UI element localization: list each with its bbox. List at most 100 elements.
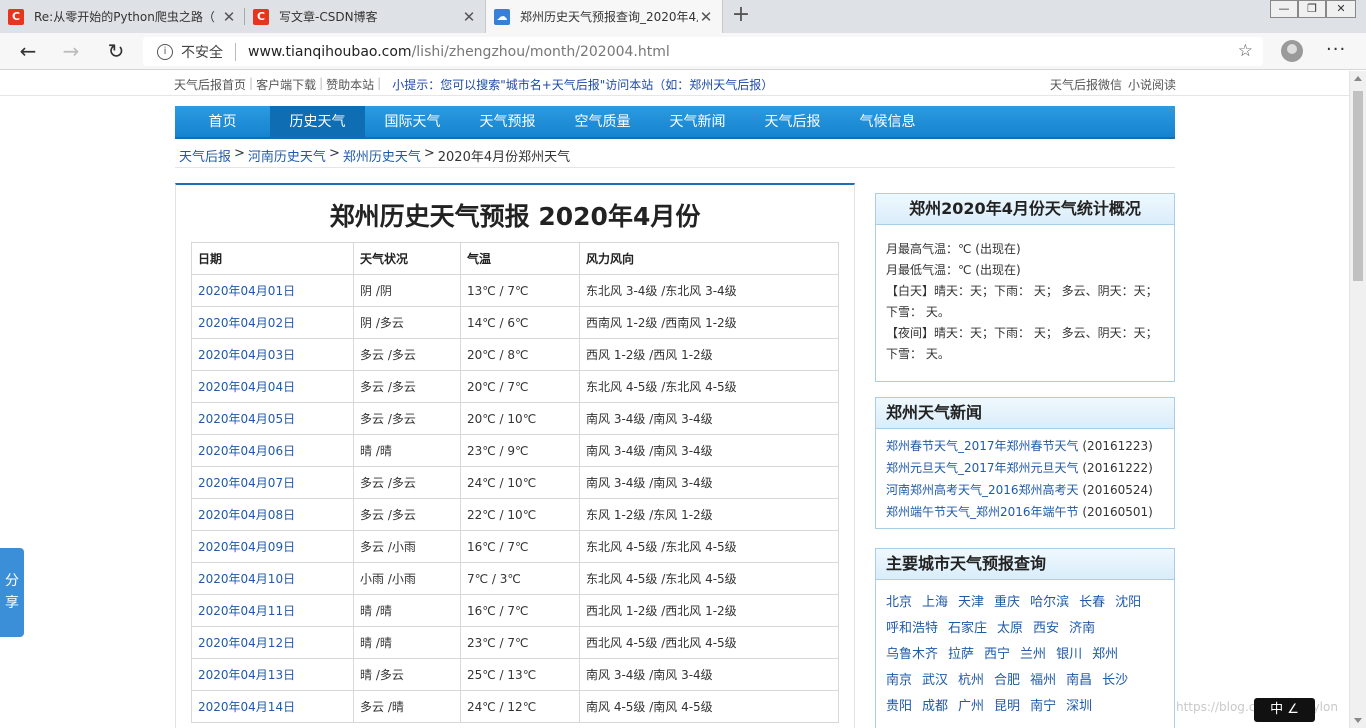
cell-date[interactable]: 2020年04月02日 xyxy=(191,306,354,339)
top-link-download[interactable]: 客户端下载 xyxy=(256,76,316,93)
date-link[interactable]: 2020年04月10日 xyxy=(198,572,295,586)
profile-avatar-icon[interactable] xyxy=(1281,40,1303,62)
city-link[interactable]: 济南 xyxy=(1069,616,1095,642)
news-link[interactable]: 郑州端午节天气_郑州2016年端午节 xyxy=(886,505,1079,519)
date-link[interactable]: 2020年04月02日 xyxy=(198,316,295,330)
date-link[interactable]: 2020年04月13日 xyxy=(198,668,295,682)
city-link[interactable]: 成都 xyxy=(922,694,948,720)
city-link[interactable]: 拉萨 xyxy=(948,642,974,668)
date-link[interactable]: 2020年04月08日 xyxy=(198,508,295,522)
city-link[interactable]: 西宁 xyxy=(984,642,1010,668)
new-tab-icon[interactable]: + xyxy=(728,4,754,28)
cell-date[interactable]: 2020年04月12日 xyxy=(191,626,354,659)
city-link[interactable]: 长春 xyxy=(1079,590,1105,616)
date-link[interactable]: 2020年04月12日 xyxy=(198,636,295,650)
city-link[interactable]: 上海 xyxy=(922,590,948,616)
share-button[interactable]: 分享 xyxy=(0,548,24,637)
city-link[interactable]: 杭州 xyxy=(958,668,984,694)
city-link[interactable]: 太原 xyxy=(997,616,1023,642)
cell-date[interactable]: 2020年04月13日 xyxy=(191,658,354,691)
more-menu-icon[interactable]: ··· xyxy=(1326,39,1346,60)
date-link[interactable]: 2020年04月07日 xyxy=(198,476,295,490)
date-link[interactable]: 2020年04月04日 xyxy=(198,380,295,394)
date-link[interactable]: 2020年04月05日 xyxy=(198,412,295,426)
close-icon[interactable]: ✕ xyxy=(698,8,714,26)
info-icon[interactable]: i xyxy=(157,43,173,60)
close-icon[interactable]: ✕ xyxy=(461,8,477,26)
city-link[interactable]: 重庆 xyxy=(994,590,1020,616)
city-link[interactable]: 哈尔滨 xyxy=(1030,590,1069,616)
browser-tab-3-active[interactable]: ☁ 郑州历史天气预报查询_2020年4月 ✕ xyxy=(485,0,723,33)
cell-date[interactable]: 2020年04月07日 xyxy=(191,466,354,499)
nav-item-houbao[interactable]: 天气后报 xyxy=(745,106,840,137)
close-icon[interactable]: ✕ xyxy=(221,8,237,26)
city-link[interactable]: 南宁 xyxy=(1030,694,1056,720)
top-link-novel[interactable]: 小说阅读 xyxy=(1128,76,1176,93)
news-link[interactable]: 郑州元旦天气_2017年郑州元旦天气 xyxy=(886,461,1079,475)
date-link[interactable]: 2020年04月03日 xyxy=(198,348,295,362)
date-link[interactable]: 2020年04月11日 xyxy=(198,604,295,618)
city-link[interactable]: 深圳 xyxy=(1066,694,1092,720)
scroll-down-icon[interactable] xyxy=(1354,718,1362,723)
city-link[interactable]: 呼和浩特 xyxy=(886,616,938,642)
cell-date[interactable]: 2020年04月03日 xyxy=(191,338,354,371)
nav-item-air-quality[interactable]: 空气质量 xyxy=(555,106,650,137)
nav-item-international[interactable]: 国际天气 xyxy=(365,106,460,137)
news-link[interactable]: 郑州春节天气_2017年郑州春节天气 xyxy=(886,439,1079,453)
back-arrow-icon[interactable]: ← xyxy=(13,37,43,65)
restore-icon[interactable]: ❐ xyxy=(1298,0,1326,18)
city-link[interactable]: 石家庄 xyxy=(948,616,987,642)
date-link[interactable]: 2020年04月01日 xyxy=(198,284,295,298)
city-link[interactable]: 贵阳 xyxy=(886,694,912,720)
window-close-icon[interactable]: ✕ xyxy=(1326,0,1356,18)
city-link[interactable]: 昆明 xyxy=(994,694,1020,720)
page-scrollbar[interactable] xyxy=(1349,71,1366,728)
url-field[interactable]: i 不安全 www.tianqihoubao.com /lishi/zhengz… xyxy=(143,37,1263,66)
top-link-wechat[interactable]: 天气后报微信 xyxy=(1050,76,1122,93)
cell-date[interactable]: 2020年04月04日 xyxy=(191,370,354,403)
cell-date[interactable]: 2020年04月10日 xyxy=(191,562,354,595)
date-link[interactable]: 2020年04月09日 xyxy=(198,540,295,554)
news-link[interactable]: 河南郑州高考天气_2016郑州高考天 xyxy=(886,483,1079,497)
nav-item-news[interactable]: 天气新闻 xyxy=(650,106,745,137)
breadcrumb-link[interactable]: 河南历史天气 xyxy=(248,146,326,165)
city-link[interactable]: 乌鲁木齐 xyxy=(886,642,938,668)
cell-date[interactable]: 2020年04月14日 xyxy=(191,690,354,723)
city-link[interactable]: 南京 xyxy=(886,668,912,694)
top-link-home[interactable]: 天气后报首页 xyxy=(174,76,246,93)
nav-item-home[interactable]: 首页 xyxy=(175,106,270,137)
city-link[interactable]: 北京 xyxy=(886,590,912,616)
forward-arrow-icon[interactable]: → xyxy=(56,37,86,65)
browser-tab-1[interactable]: C Re:从零开始的Python爬虫之路（ ✕ xyxy=(0,0,245,33)
browser-tab-2[interactable]: C 写文章-CSDN博客 ✕ xyxy=(245,0,485,33)
cell-date[interactable]: 2020年04月01日 xyxy=(191,274,354,307)
date-link[interactable]: 2020年04月06日 xyxy=(198,444,295,458)
security-label[interactable]: 不安全 xyxy=(181,42,223,62)
cell-date[interactable]: 2020年04月09日 xyxy=(191,530,354,563)
city-link[interactable]: 长沙 xyxy=(1102,668,1128,694)
city-link[interactable]: 武汉 xyxy=(922,668,948,694)
breadcrumb-link[interactable]: 郑州历史天气 xyxy=(343,146,421,165)
scroll-up-icon[interactable] xyxy=(1354,76,1362,81)
top-link-sponsor[interactable]: 赞助本站 xyxy=(326,76,374,93)
nav-item-climate[interactable]: 气候信息 xyxy=(840,106,935,137)
cell-date[interactable]: 2020年04月05日 xyxy=(191,402,354,435)
breadcrumb-link[interactable]: 天气后报 xyxy=(179,146,231,165)
city-link[interactable]: 福州 xyxy=(1030,668,1056,694)
city-link[interactable]: 银川 xyxy=(1056,642,1082,668)
scrollbar-thumb[interactable] xyxy=(1353,91,1363,281)
nav-item-history[interactable]: 历史天气 xyxy=(270,106,365,137)
cell-date[interactable]: 2020年04月08日 xyxy=(191,498,354,531)
city-link[interactable]: 沈阳 xyxy=(1115,590,1141,616)
city-link[interactable]: 兰州 xyxy=(1020,642,1046,668)
refresh-icon[interactable]: ↻ xyxy=(101,37,131,65)
date-link[interactable]: 2020年04月14日 xyxy=(198,700,295,714)
minimize-icon[interactable]: — xyxy=(1270,0,1298,18)
city-link[interactable]: 广州 xyxy=(958,694,984,720)
city-link[interactable]: 合肥 xyxy=(994,668,1020,694)
cell-date[interactable]: 2020年04月06日 xyxy=(191,434,354,467)
city-link[interactable]: 南昌 xyxy=(1066,668,1092,694)
city-link[interactable]: 天津 xyxy=(958,590,984,616)
city-link[interactable]: 郑州 xyxy=(1092,642,1118,668)
star-icon[interactable]: ☆ xyxy=(1238,41,1253,61)
